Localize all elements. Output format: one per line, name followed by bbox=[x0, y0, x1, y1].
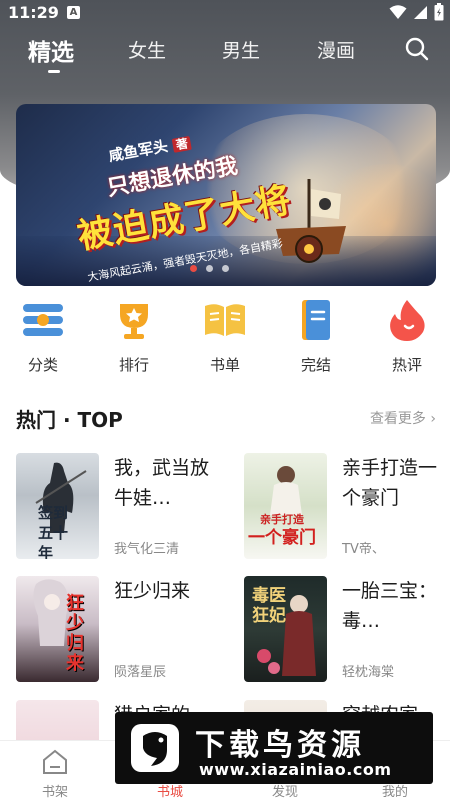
trophy-icon bbox=[120, 304, 148, 339]
category-completed[interactable]: 完结 bbox=[281, 298, 351, 375]
wifi-icon bbox=[389, 5, 407, 19]
status-time: 11:29 bbox=[8, 3, 59, 22]
tab-male[interactable]: 男生 bbox=[222, 36, 260, 63]
cell-signal-icon bbox=[414, 6, 427, 19]
banner-pagination bbox=[190, 265, 229, 272]
bird-logo-icon bbox=[131, 724, 179, 772]
promo-banner[interactable]: 咸鱼军头 著 只想退休的我 被迫成了大将 大海风起云涌，强者毁天灭地，各自精彩 bbox=[16, 104, 436, 286]
book-author: 陨落星辰 bbox=[114, 665, 167, 680]
book-card[interactable]: 亲手打造 一个豪门 亲手打造一个豪门 TV帝、 bbox=[244, 453, 450, 563]
book-cover: 毒医狂妃 bbox=[244, 576, 327, 682]
book-cover: 狂少归来 bbox=[16, 576, 99, 682]
banner-dot[interactable] bbox=[206, 265, 213, 272]
tab-comics[interactable]: 漫画 bbox=[317, 36, 355, 63]
active-tab-indicator bbox=[48, 70, 60, 73]
category-label: 分类 bbox=[27, 356, 58, 374]
category-ranking[interactable]: 排行 bbox=[99, 298, 169, 375]
category-label: 热评 bbox=[391, 356, 422, 374]
book-cover: 签到五十年 bbox=[16, 453, 99, 559]
category-label: 书单 bbox=[209, 356, 240, 374]
category-label: 排行 bbox=[118, 356, 149, 374]
flame-icon bbox=[390, 300, 425, 341]
book-card[interactable]: 签到五十年 我，武当放牛娃… 我气化三清 bbox=[16, 453, 226, 563]
battery-icon bbox=[434, 3, 444, 21]
banner-dot[interactable] bbox=[222, 265, 229, 272]
book-card[interactable]: 狂少归来 狂少归来 陨落星辰 bbox=[16, 576, 226, 686]
category-shortcuts: 分类 排行 书单 完结 热评 bbox=[0, 298, 450, 378]
watermark-overlay: 下载鸟资源 www.xiazainiao.com bbox=[115, 712, 433, 784]
tab-female[interactable]: 女生 bbox=[128, 36, 166, 63]
banner-dot[interactable] bbox=[190, 265, 197, 272]
book-author: 我气化三清 bbox=[114, 542, 180, 557]
category-booklist[interactable]: 书单 bbox=[190, 298, 260, 375]
cover-title: 一个豪门 bbox=[248, 528, 316, 548]
see-more-link[interactable]: 查看更多 › bbox=[370, 408, 436, 428]
category-classify[interactable]: 分类 bbox=[8, 298, 78, 375]
cover-title: 狂少归来 bbox=[66, 593, 84, 674]
tab-featured[interactable]: 精选 bbox=[28, 33, 74, 67]
nav-label: 书架 bbox=[41, 785, 68, 800]
book-author: 轻枕海棠 bbox=[342, 665, 395, 680]
book-title: 我，武当放牛娃… bbox=[114, 457, 209, 509]
book-title: 亲手打造一个豪门 bbox=[342, 457, 437, 509]
home-icon bbox=[43, 749, 67, 774]
category-hot-comments[interactable]: 热评 bbox=[372, 298, 442, 375]
chevron-right-icon: › bbox=[430, 411, 436, 427]
notification-icon: A bbox=[67, 6, 80, 19]
status-bar: 11:29 A bbox=[0, 0, 450, 26]
status-icons bbox=[389, 3, 444, 21]
category-label: 完结 bbox=[300, 356, 331, 374]
top-tabs: 精选 女生 男生 漫画 bbox=[0, 28, 450, 78]
book-open-icon bbox=[205, 304, 245, 336]
list-icon bbox=[23, 304, 63, 336]
cover-title: 毒医狂妃 bbox=[252, 586, 286, 626]
book-author: TV帝、 bbox=[342, 542, 385, 557]
section-title: 热门 · TOP bbox=[16, 408, 123, 432]
book-card[interactable]: 毒医狂妃 一胎三宝：毒… 轻枕海棠 bbox=[244, 576, 450, 686]
see-more-label: 查看更多 bbox=[369, 411, 426, 427]
book-cover: 亲手打造 一个豪门 bbox=[244, 453, 327, 559]
watermark-url: www.xiazainiao.com bbox=[199, 760, 392, 779]
book-title: 狂少归来 bbox=[114, 580, 191, 602]
cover-title: 签到五十年 bbox=[38, 504, 69, 559]
search-icon[interactable] bbox=[404, 36, 430, 62]
watermark-title: 下载鸟资源 bbox=[195, 728, 365, 763]
notebook-icon bbox=[302, 300, 330, 340]
nav-bookshelf[interactable]: 书架 bbox=[25, 749, 85, 800]
book-title: 一胎三宝：毒… bbox=[342, 580, 437, 632]
